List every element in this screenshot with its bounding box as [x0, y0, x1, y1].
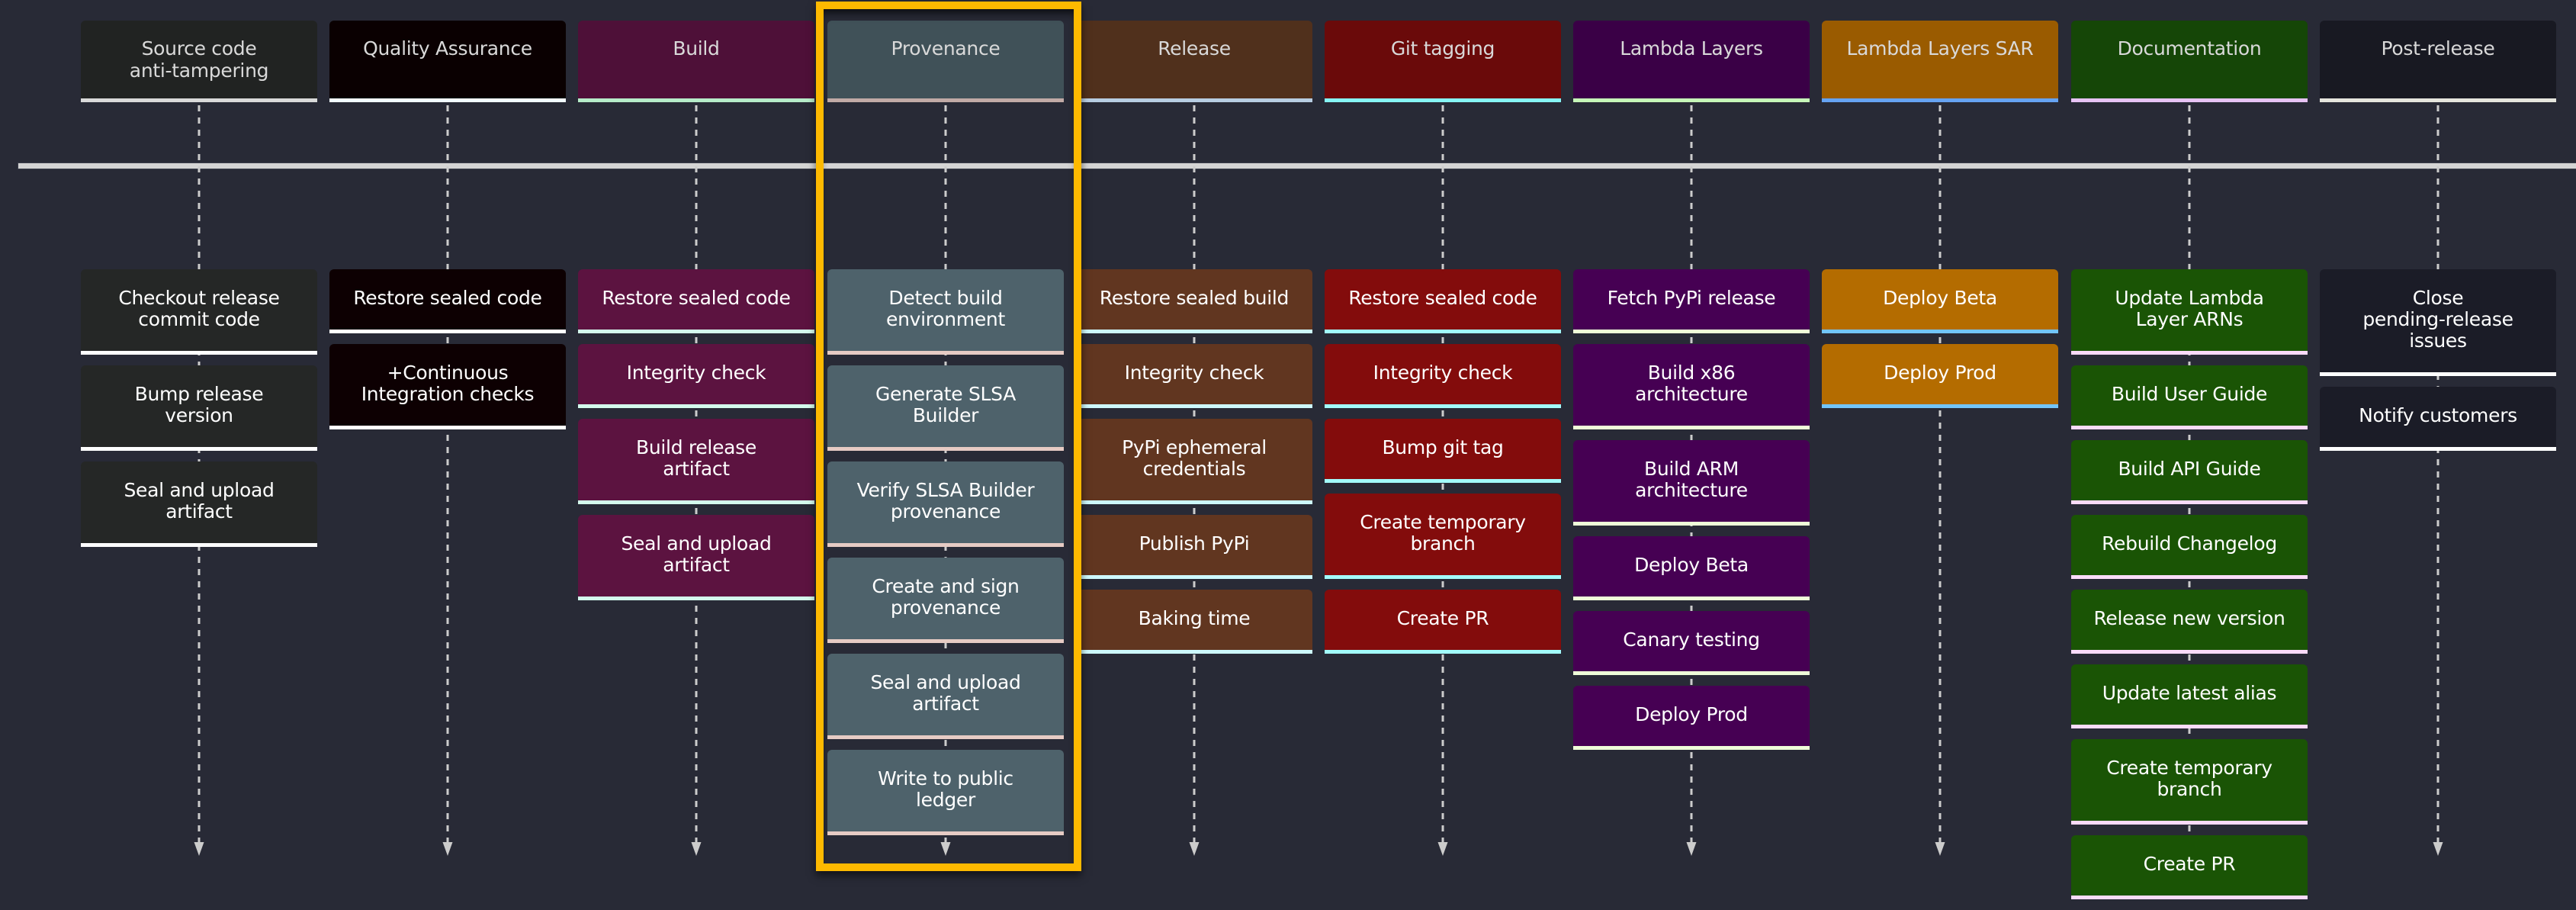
task-card[interactable]: Notify customers — [2320, 387, 2556, 451]
task-card[interactable]: Canary testing — [1573, 611, 1810, 675]
task-list: Restore sealed code +Continuous Integrati… — [329, 269, 566, 440]
task-card[interactable]: Bump release version — [81, 365, 317, 451]
task-card[interactable]: Seal and upload artifact — [827, 654, 1064, 739]
task-card[interactable]: Integrity check — [578, 344, 814, 408]
task-card[interactable]: Build release artifact — [578, 419, 814, 504]
task-list: Restore sealed code Integrity check Build … — [578, 269, 814, 611]
task-card[interactable]: Generate SLSA Builder — [827, 365, 1064, 451]
task-list: Deploy Beta Deploy Prod — [1822, 269, 2058, 419]
task-card[interactable]: Fetch PyPi release — [1573, 269, 1810, 333]
column-source-code-anti-tampering: Source code anti-tampering Checkout relea… — [81, 21, 317, 547]
task-card[interactable]: Baking time — [1076, 590, 1312, 654]
column-lambda-layers: Lambda Layers Fetch PyPi release Build x86… — [1573, 21, 1810, 750]
column-header[interactable]: Source code anti-tampering — [81, 21, 317, 102]
task-card[interactable]: Verify SLSA Builder provenance — [827, 461, 1064, 547]
task-card[interactable]: Deploy Prod — [1822, 344, 2058, 408]
task-list: Restore sealed code Integrity check Bump g… — [1325, 269, 1561, 664]
task-card[interactable]: Detect build environment — [827, 269, 1064, 355]
task-card[interactable]: Seal and upload artifact — [578, 515, 814, 600]
task-list: Detect build environment Generate SLSA Bu… — [827, 269, 1064, 846]
column-documentation: Documentation Update Lambda Layer ARNs Bui… — [2071, 21, 2308, 899]
task-card[interactable]: Create PR — [1325, 590, 1561, 654]
task-list: Checkout release commit code Bump release… — [81, 269, 317, 558]
task-card[interactable]: Update Lambda Layer ARNs — [2071, 269, 2308, 355]
task-card[interactable]: Create PR — [2071, 835, 2308, 899]
task-card[interactable]: +Continuous Integration checks — [329, 344, 566, 429]
column-build: Build Restore sealed code Integrity check B… — [578, 21, 814, 600]
column-header[interactable]: Lambda Layers SAR — [1822, 21, 2058, 102]
column-header[interactable]: Post-release — [2320, 21, 2556, 102]
task-card[interactable]: Create temporary branch — [1325, 494, 1561, 579]
task-card[interactable]: Bump git tag — [1325, 419, 1561, 483]
task-card[interactable]: Build x86 architecture — [1573, 344, 1810, 429]
column-provenance: Provenance Detect build environment Genera… — [827, 21, 1064, 835]
arrow-down-icon — [442, 842, 453, 856]
column-git-tagging: Git tagging Restore sealed code Integrity … — [1325, 21, 1561, 654]
column-lambda-layers-sar: Lambda Layers SAR Deploy Beta Deploy Prod — [1822, 21, 2058, 408]
column-header[interactable]: Provenance — [827, 21, 1064, 102]
task-card[interactable]: Update latest alias — [2071, 664, 2308, 728]
column-header[interactable]: Lambda Layers — [1573, 21, 1810, 102]
task-list: Close pending-release issues Notify custo… — [2320, 269, 2556, 461]
task-card[interactable]: Build ARM architecture — [1573, 440, 1810, 526]
task-card[interactable]: Deploy Prod — [1573, 686, 1810, 750]
task-card[interactable]: Rebuild Changelog — [2071, 515, 2308, 579]
task-card[interactable]: Build API Guide — [2071, 440, 2308, 504]
task-card[interactable]: Deploy Beta — [1822, 269, 2058, 333]
arrow-down-icon — [691, 842, 702, 856]
column-header[interactable]: Build — [578, 21, 814, 102]
timeline-axis — [18, 163, 2576, 169]
task-card[interactable]: Create temporary branch — [2071, 739, 2308, 825]
column-header[interactable]: Quality Assurance — [329, 21, 566, 102]
task-card[interactable]: Deploy Beta — [1573, 536, 1810, 600]
task-list: Fetch PyPi release Build x86 architecture… — [1573, 269, 1810, 760]
column-header[interactable]: Git tagging — [1325, 21, 1561, 102]
task-card[interactable]: Build User Guide — [2071, 365, 2308, 429]
task-card[interactable]: Integrity check — [1325, 344, 1561, 408]
column-header[interactable]: Documentation — [2071, 21, 2308, 102]
arrow-down-icon — [2433, 842, 2443, 856]
column-header[interactable]: Release — [1076, 21, 1312, 102]
task-card[interactable]: Close pending-release issues — [2320, 269, 2556, 376]
task-card[interactable]: PyPi ephemeral credentials — [1076, 419, 1312, 504]
arrow-down-icon — [194, 842, 204, 856]
task-card[interactable]: Seal and upload artifact — [81, 461, 317, 547]
task-card[interactable]: Restore sealed code — [329, 269, 566, 333]
arrow-down-icon — [1935, 842, 1945, 856]
task-card[interactable]: Restore sealed code — [1325, 269, 1561, 333]
task-card[interactable]: Publish PyPi — [1076, 515, 1312, 579]
arrow-down-icon — [1189, 842, 1200, 856]
task-card[interactable]: Restore sealed code — [578, 269, 814, 333]
task-list: Restore sealed build Integrity check PyPi … — [1076, 269, 1312, 664]
task-card[interactable]: Create and sign provenance — [827, 558, 1064, 643]
arrow-down-icon — [1686, 842, 1697, 856]
task-card[interactable]: Write to public ledger — [827, 750, 1064, 835]
task-card[interactable]: Restore sealed build — [1076, 269, 1312, 333]
column-quality-assurance: Quality Assurance Restore sealed code +Con… — [329, 21, 566, 429]
task-card[interactable]: Checkout release commit code — [81, 269, 317, 355]
column-post-release: Post-release Close pending-release issues… — [2320, 21, 2556, 451]
task-list: Update Lambda Layer ARNs Build User Guide… — [2071, 269, 2308, 910]
task-card[interactable]: Integrity check — [1076, 344, 1312, 408]
arrow-down-icon — [1437, 842, 1448, 856]
task-card[interactable]: Release new version — [2071, 590, 2308, 654]
column-release: Release Restore sealed build Integrity che… — [1076, 21, 1312, 654]
